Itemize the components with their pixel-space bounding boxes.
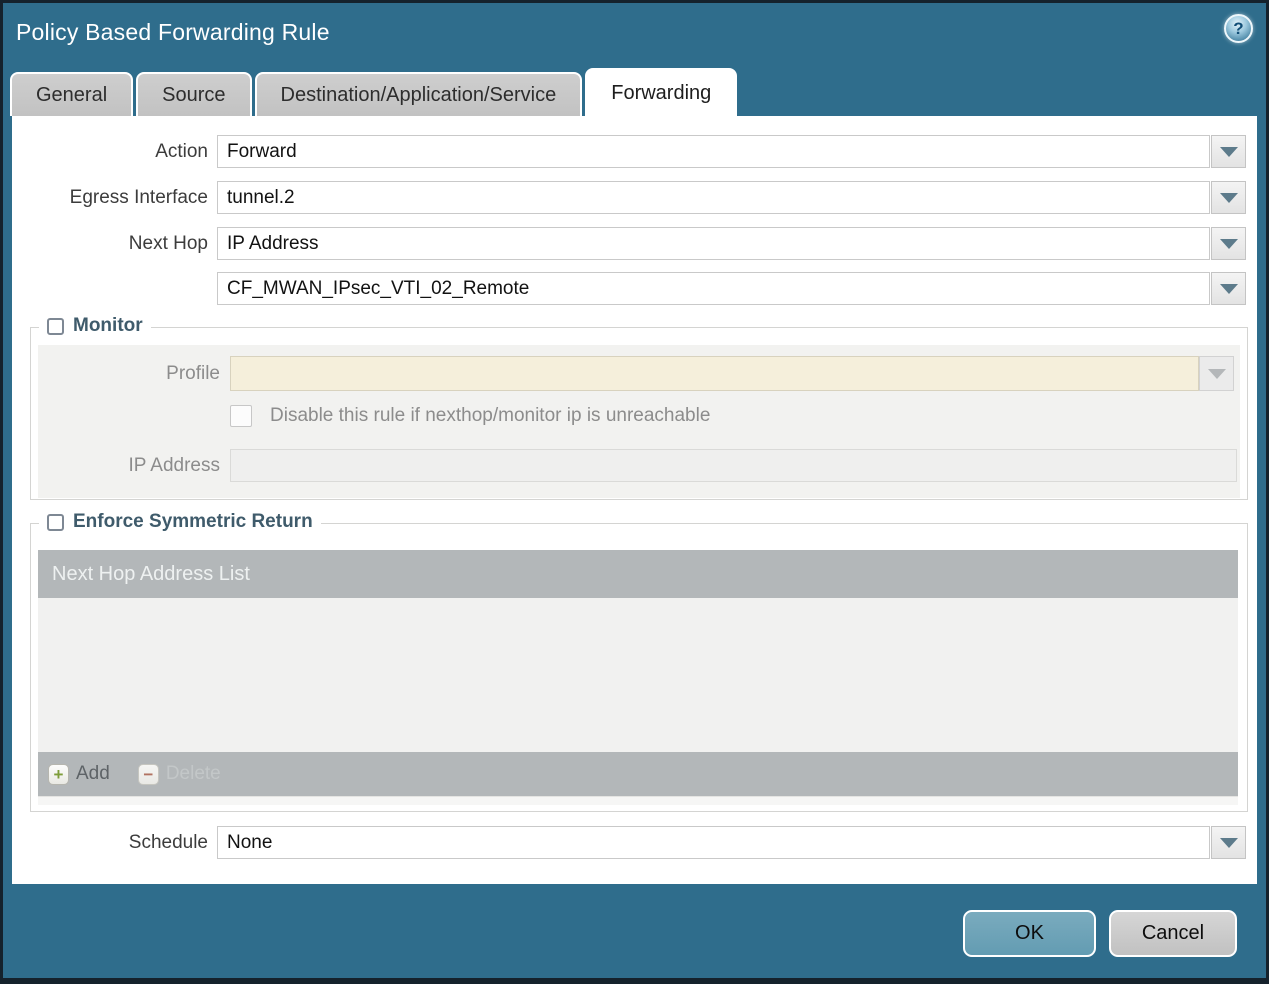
chevron-down-icon	[1207, 368, 1226, 379]
tab-general[interactable]: General	[10, 72, 134, 116]
schedule-row: Schedule	[12, 826, 1257, 859]
monitor-checkbox[interactable]	[47, 317, 64, 335]
monitor-ip-address-label: IP Address	[128, 454, 220, 476]
next-hop-dropdown-button[interactable]	[1211, 227, 1246, 260]
tab-forwarding[interactable]: Forwarding	[585, 68, 738, 116]
cancel-button[interactable]: Cancel	[1109, 910, 1237, 957]
chevron-down-icon	[1219, 146, 1238, 157]
titlebar: Policy Based Forwarding Rule ?	[3, 3, 1266, 67]
disable-rule-row: Disable this rule if nexthop/monitor ip …	[38, 405, 1240, 427]
schedule-label: Schedule	[128, 831, 208, 853]
tab-source[interactable]: Source	[136, 72, 252, 116]
egress-interface-dropdown-button[interactable]	[1211, 181, 1246, 214]
dialog-button-bar: OK Cancel	[963, 910, 1237, 957]
dialog-title: Policy Based Forwarding Rule	[16, 19, 330, 45]
action-dropdown-button[interactable]	[1211, 135, 1246, 168]
disable-rule-checkbox	[230, 405, 252, 427]
monitor-panel: Profile Disable this rule if nexthop/mon…	[38, 345, 1240, 498]
enforce-symmetric-return-checkbox[interactable]	[47, 513, 64, 531]
help-icon[interactable]: ?	[1224, 14, 1253, 43]
enforce-symmetric-return-title: Enforce Symmetric Return	[73, 511, 313, 532]
table-scrollbar-track	[38, 796, 1238, 805]
profile-dropdown-button	[1199, 356, 1234, 391]
add-button[interactable]: + Add	[48, 763, 110, 785]
action-label: Action	[155, 140, 208, 162]
delete-button: − Delete	[137, 763, 221, 785]
egress-interface-label: Egress Interface	[69, 186, 208, 208]
tab-bar: General Source Destination/Application/S…	[10, 68, 738, 116]
monitor-ip-address-row: IP Address	[38, 449, 1240, 482]
next-hop-address-row	[12, 272, 1257, 305]
action-row: Action	[12, 135, 1257, 168]
monitor-group: Monitor Profile Disable this rule if nex…	[30, 315, 1248, 500]
action-select[interactable]	[217, 135, 1210, 168]
schedule-dropdown-button[interactable]	[1211, 826, 1246, 859]
next-hop-label: Next Hop	[128, 232, 208, 254]
chevron-down-icon	[1219, 238, 1238, 249]
monitor-title: Monitor	[73, 315, 143, 336]
monitor-ip-address-input	[230, 449, 1237, 482]
profile-label: Profile	[166, 362, 220, 384]
next-hop-select[interactable]	[217, 227, 1210, 260]
pbf-rule-dialog: Policy Based Forwarding Rule ? General S…	[0, 0, 1269, 984]
plus-icon: +	[48, 763, 69, 785]
profile-select	[230, 356, 1199, 391]
enforce-symmetric-return-group: Enforce Symmetric Return Next Hop Addres…	[30, 511, 1248, 812]
next-hop-row: Next Hop	[12, 227, 1257, 260]
add-button-label: Add	[76, 763, 110, 784]
table-body-empty	[38, 598, 1238, 752]
ok-button[interactable]: OK	[963, 910, 1096, 957]
egress-interface-row: Egress Interface	[12, 181, 1257, 214]
chevron-down-icon	[1219, 192, 1238, 203]
chevron-down-icon	[1219, 837, 1238, 848]
monitor-legend: Monitor	[39, 315, 151, 337]
schedule-select[interactable]	[217, 826, 1210, 859]
next-hop-address-list-table: Next Hop Address List + Add − Delete	[38, 550, 1238, 805]
next-hop-address-select[interactable]	[217, 272, 1210, 305]
table-column-header: Next Hop Address List	[38, 550, 1238, 598]
enforce-symmetric-return-legend: Enforce Symmetric Return	[39, 511, 321, 533]
profile-row: Profile	[38, 356, 1240, 391]
delete-button-label: Delete	[165, 763, 221, 784]
question-mark-glyph: ?	[1233, 18, 1244, 38]
table-footer: + Add − Delete	[38, 752, 1238, 796]
disable-rule-label: Disable this rule if nexthop/monitor ip …	[270, 405, 711, 426]
next-hop-address-dropdown-button[interactable]	[1211, 272, 1246, 305]
chevron-down-icon	[1219, 283, 1238, 294]
minus-icon: −	[137, 763, 159, 785]
tab-panel-forwarding: Action Egress Interface Next Hop	[12, 116, 1257, 884]
tab-destination-application-service[interactable]: Destination/Application/Service	[254, 72, 583, 116]
egress-interface-select[interactable]	[217, 181, 1210, 214]
